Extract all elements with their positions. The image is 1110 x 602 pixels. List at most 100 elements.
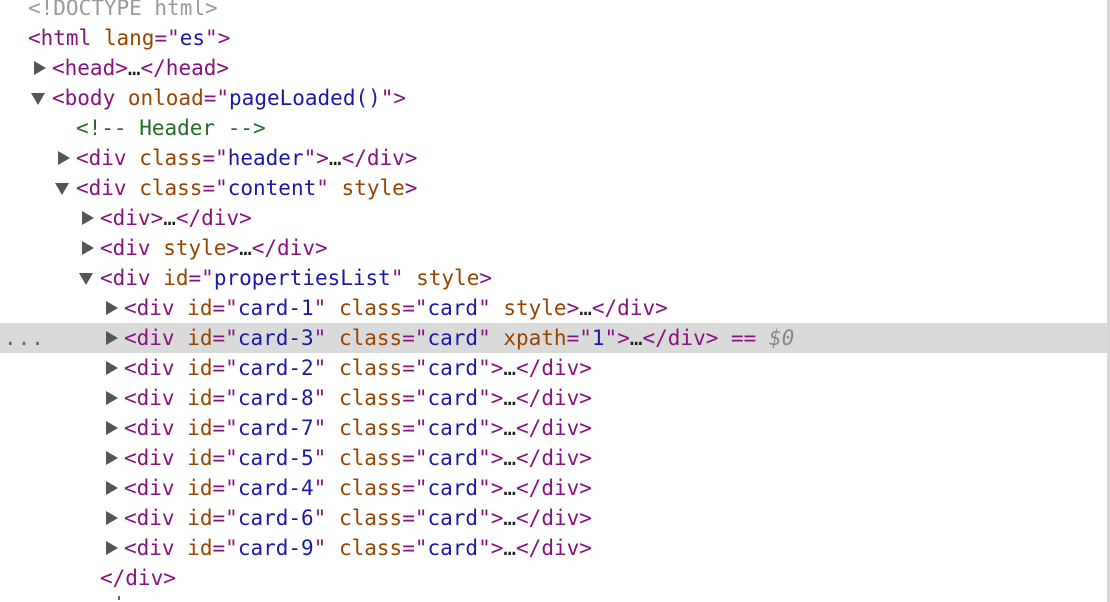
doctype-row[interactable]: <!DOCTYPE html> [0, 0, 1107, 23]
attribute-name: class [126, 146, 203, 170]
properties-list-row[interactable]: <div id="propertiesList" style> [0, 263, 1107, 293]
disclosure-right-icon [106, 451, 118, 465]
tag-open: <div [100, 236, 151, 260]
attribute-value: card [427, 536, 479, 560]
collapsed-triangle-icon[interactable] [78, 203, 96, 233]
attribute-quote: " [313, 326, 327, 350]
card-row-card-8[interactable]: <div id="card-8" class="card">…</div> [0, 383, 1107, 413]
content-div-row[interactable]: <div class="content" style> [0, 173, 1107, 203]
node-markup: <div>…</div> [100, 203, 252, 233]
collapsed-triangle-icon[interactable] [102, 323, 120, 353]
disclosure-right-icon [106, 511, 118, 525]
head-row[interactable]: <head>…</head> [0, 53, 1107, 83]
expanded-triangle-icon[interactable] [54, 173, 72, 203]
card-row-card-6[interactable]: <div id="card-6" class="card">…</div> [0, 503, 1107, 533]
collapsed-triangle-icon[interactable] [102, 353, 120, 383]
tag-close: > [490, 356, 504, 380]
attribute-name: id [174, 536, 213, 560]
collapsed-triangle-icon[interactable] [102, 533, 120, 563]
collapsed-triangle-icon[interactable] [102, 473, 120, 503]
tag-close: > [217, 26, 231, 50]
collapsed-ellipsis: … [503, 536, 517, 560]
attribute-quote: " [478, 476, 491, 500]
disclosure-down-icon [79, 273, 93, 285]
collapsed-triangle-icon[interactable] [54, 143, 72, 173]
card-row-card-1[interactable]: <div id="card-1" class="card" style>…</d… [0, 293, 1107, 323]
tag-open: <div [124, 536, 175, 560]
attribute-value: card-8 [237, 386, 314, 410]
tag-close: > [404, 176, 418, 200]
disclosure-right-icon [106, 421, 118, 435]
attribute-value: card [427, 296, 479, 320]
attribute-quote: =" [212, 446, 238, 470]
selected-equals: == [718, 326, 769, 350]
tag-close: > [617, 326, 630, 350]
attribute-name: id [174, 476, 213, 500]
node-markup: <div id="card-8" class="card">…</div> [124, 383, 592, 413]
collapsed-ellipsis: … [503, 356, 517, 380]
collapsed-ellipsis: … [503, 446, 517, 470]
tag-open: <head> [52, 56, 128, 80]
comment-row[interactable]: <!-- Header --> [0, 113, 1107, 143]
attribute-value: content [227, 176, 317, 200]
tag-end: </div> [516, 356, 592, 380]
attribute-value: card [427, 476, 479, 500]
attribute-quote: " [478, 356, 491, 380]
attribute-name: style [328, 176, 405, 200]
tag-open: <div [124, 416, 175, 440]
inner-div-row[interactable]: <div>…</div> [0, 203, 1107, 233]
attribute-value: card-6 [237, 506, 314, 530]
html-row[interactable]: <html lang="es"> [0, 23, 1107, 53]
card-row-card-4[interactable]: <div id="card-4" class="card">…</div> [0, 473, 1107, 503]
attribute-value: card-5 [237, 446, 314, 470]
inner-styled-div-row[interactable]: <div style>…</div> [0, 233, 1107, 263]
attribute-quote: =" [212, 296, 238, 320]
disclosure-right-icon [106, 541, 118, 555]
node-markup: <div id="card-6" class="card">…</div> [124, 503, 592, 533]
collapsed-triangle-icon[interactable] [102, 383, 120, 413]
disclosure-right-icon [34, 61, 46, 75]
tag-open: <div [124, 326, 175, 350]
attribute-quote: " [478, 326, 491, 350]
tag-end: </div> [516, 446, 592, 470]
node-markup: <!-- Header --> [76, 113, 266, 143]
tag-end: </div> [341, 146, 418, 170]
attribute-value: card-1 [237, 296, 314, 320]
attribute-quote: =" [212, 506, 238, 530]
card-row-card-5[interactable]: <div id="card-5" class="card">…</div> [0, 443, 1107, 473]
attribute-name: class [326, 296, 403, 320]
attribute-name: class [326, 446, 403, 470]
attribute-quote: =" [212, 416, 238, 440]
attribute-value: propertiesList [213, 266, 391, 290]
disclosure-right-icon [106, 331, 118, 345]
tag-open: <div [124, 446, 175, 470]
attribute-name: class [326, 416, 403, 440]
header-div-row[interactable]: <div class="header">…</div> [0, 143, 1107, 173]
row-actions-dots[interactable]: ... [4, 323, 45, 353]
attribute-quote: " [313, 416, 327, 440]
node-markup: <div id="card-7" class="card">…</div> [124, 413, 592, 443]
tag-open: <div> [100, 206, 164, 230]
collapsed-triangle-icon[interactable] [102, 443, 120, 473]
collapsed-triangle-icon[interactable] [102, 293, 120, 323]
card-row-card-3[interactable]: ... <div id="card-3" class="card" xpath="… [0, 323, 1107, 353]
collapsed-triangle-icon[interactable] [78, 233, 96, 263]
collapsed-triangle-icon[interactable] [102, 413, 120, 443]
closing-div-row[interactable]: </div> [0, 563, 1107, 593]
card-row-card-7[interactable]: <div id="card-7" class="card">…</div> [0, 413, 1107, 443]
expanded-triangle-icon[interactable] [78, 263, 96, 293]
attribute-name: id [174, 386, 213, 410]
attribute-name: class [326, 386, 403, 410]
attribute-name: style [403, 266, 480, 290]
body-row[interactable]: <body onload="pageLoaded()"> [0, 83, 1107, 113]
collapsed-triangle-icon[interactable] [102, 503, 120, 533]
node-markup: <div id="card-3" class="card" xpath="1">… [124, 323, 794, 353]
card-row-card-9[interactable]: <div id="card-9" class="card">…</div> [0, 533, 1107, 563]
expanded-triangle-icon[interactable] [30, 83, 48, 113]
collapsed-triangle-icon[interactable] [30, 53, 48, 83]
attribute-quote: " [478, 386, 491, 410]
attribute-quote: " [313, 356, 327, 380]
node-markup: <div class="content" style> [76, 173, 417, 203]
card-row-card-2[interactable]: <div id="card-2" class="card">…</div> [0, 353, 1107, 383]
attribute-value: header [227, 146, 304, 170]
